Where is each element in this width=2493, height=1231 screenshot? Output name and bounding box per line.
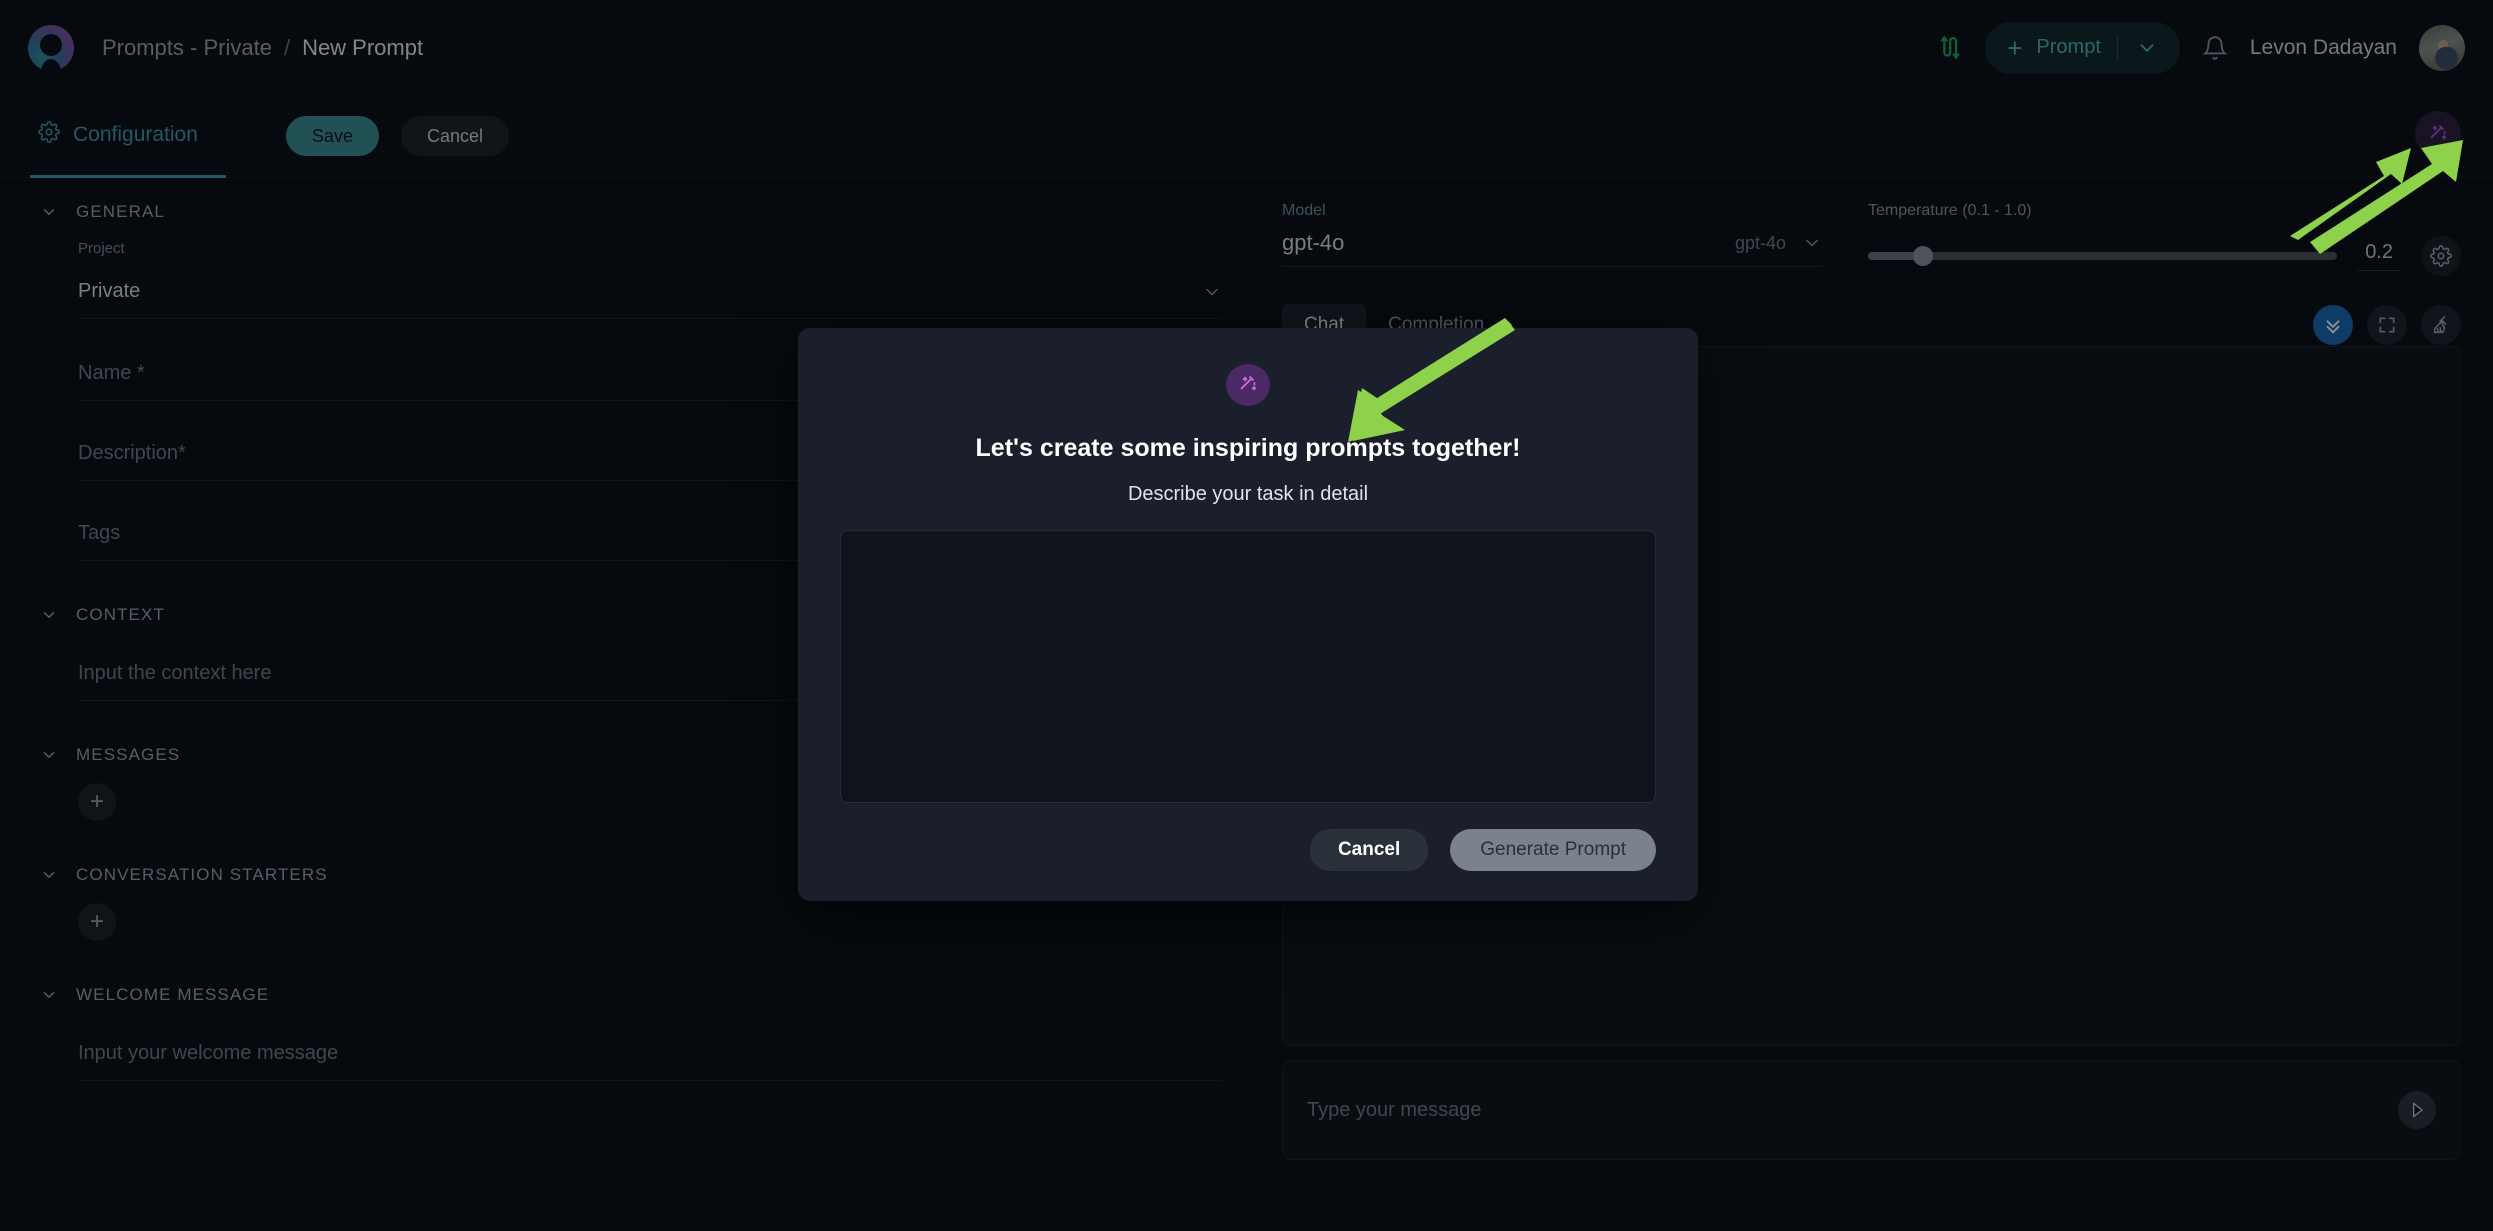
task-description-textarea[interactable] <box>840 530 1656 803</box>
magic-wand-icon <box>1226 364 1270 406</box>
modal-cancel-button[interactable]: Cancel <box>1310 829 1428 871</box>
generate-prompt-button[interactable]: Generate Prompt <box>1450 829 1656 871</box>
modal-actions: Cancel Generate Prompt <box>840 829 1656 871</box>
generate-prompt-modal: Let's create some inspiring prompts toge… <box>798 328 1698 901</box>
modal-title: Let's create some inspiring prompts toge… <box>976 434 1521 463</box>
modal-subtitle: Describe your task in detail <box>1128 483 1368 506</box>
